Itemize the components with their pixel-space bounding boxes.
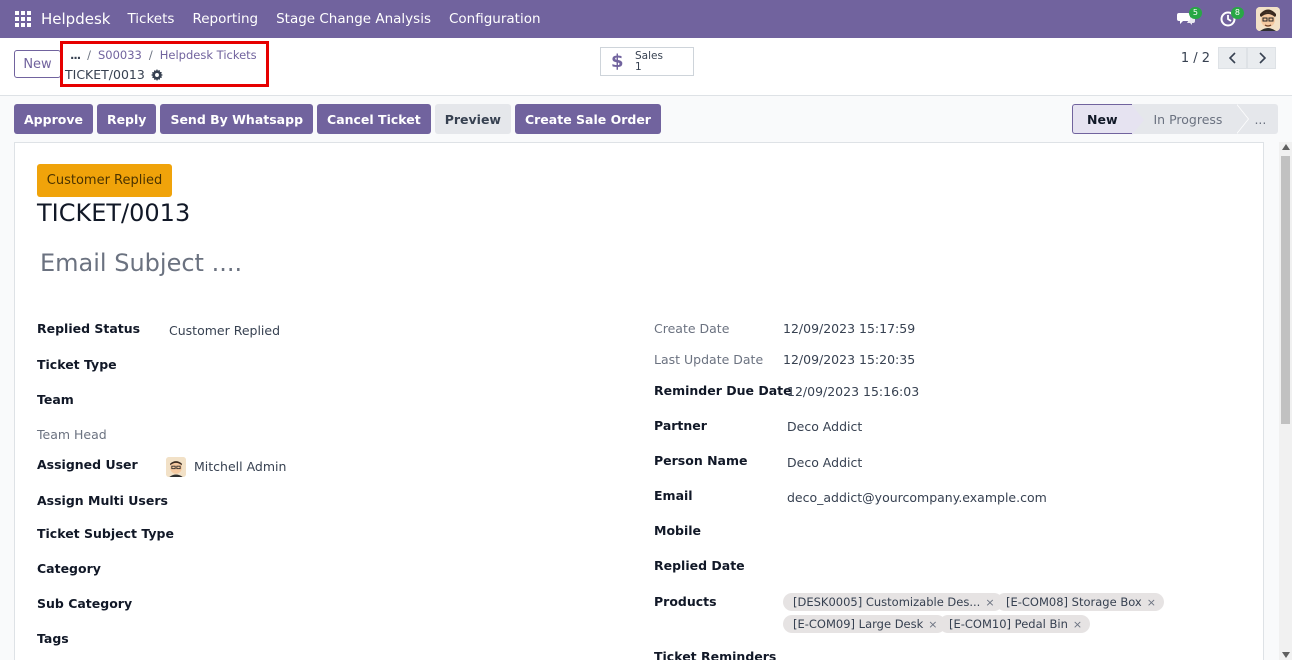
pager-previous-button[interactable] <box>1218 47 1247 69</box>
stage-in-progress-label: In Progress <box>1153 111 1223 127</box>
smart-button-label: Sales <box>635 49 663 62</box>
stage-statusbar: New In Progress ... <box>1072 104 1279 135</box>
activity-badge: 8 <box>1230 7 1244 19</box>
pager: 1 / 2 <box>1181 47 1276 69</box>
record-name: TICKET/0013 <box>65 67 145 82</box>
pager-value[interactable]: 1 / 2 <box>1181 51 1210 66</box>
breadcrumb-more[interactable]: ... <box>70 48 81 62</box>
scroll-thumb[interactable] <box>1281 156 1290 424</box>
menu-reporting[interactable]: Reporting <box>183 11 267 27</box>
assigned-user-label: Assigned User <box>37 457 138 472</box>
replied-status-label: Replied Status <box>37 321 141 336</box>
sales-smart-button[interactable]: $ Sales 1 <box>600 47 694 76</box>
product-tag-label: [E-COM08] Storage Box <box>1006 595 1142 609</box>
chevron-right-icon <box>1258 52 1266 64</box>
form-sheet: Customer Replied TICKET/0013 Email Subje… <box>14 142 1264 660</box>
breadcrumb-helpdesk-tickets[interactable]: Helpdesk Tickets <box>160 48 257 62</box>
control-panel: New ... / S00033 / Helpdesk Tickets TICK… <box>0 38 1292 96</box>
cancel-ticket-button[interactable]: Cancel Ticket <box>317 104 431 134</box>
stage-in-progress[interactable]: In Progress <box>1131 104 1250 134</box>
create-date-value: 12/09/2023 15:17:59 <box>783 321 916 336</box>
product-tag-label: [DESK0005] Customizable Des... <box>793 595 981 609</box>
email-value[interactable]: deco_addict@yourcompany.example.com <box>787 490 1047 505</box>
team-label: Team <box>37 392 74 407</box>
ticket-type-label: Ticket Type <box>37 357 117 372</box>
ticket-subject-type-label: Ticket Subject Type <box>37 526 174 541</box>
menu-stage-change-analysis[interactable]: Stage Change Analysis <box>267 11 440 27</box>
reply-button[interactable]: Reply <box>96 104 157 134</box>
stage-new-label: New <box>1087 111 1118 127</box>
chat-badge: 5 <box>1188 7 1202 19</box>
breadcrumb: ... / S00033 / Helpdesk Tickets <box>70 48 257 62</box>
mobile-label: Mobile <box>654 523 702 538</box>
top-navbar: Helpdesk Tickets Reporting Stage Change … <box>0 0 1292 38</box>
ticket-reminders-label: Ticket Reminders <box>654 649 777 660</box>
preview-button[interactable]: Preview <box>434 104 511 134</box>
product-tag[interactable]: [E-COM10] Pedal Bin × <box>939 615 1091 633</box>
tag-remove-icon[interactable]: × <box>928 618 937 631</box>
smart-button-count: 1 <box>635 60 642 73</box>
product-tag[interactable]: [E-COM09] Large Desk × <box>783 615 946 633</box>
tag-remove-icon[interactable]: × <box>985 596 994 609</box>
reminder-due-date-value[interactable]: 12/09/2023 15:16:03 <box>787 384 919 399</box>
tag-remove-icon[interactable]: × <box>1147 596 1156 609</box>
team-head-label: Team Head <box>37 427 107 442</box>
replied-status-value[interactable]: Customer Replied <box>169 323 280 338</box>
create-date-label: Create Date <box>654 321 730 336</box>
new-button[interactable]: New <box>14 50 61 78</box>
breadcrumb-separator: / <box>148 48 153 62</box>
activity-menu[interactable]: 8 <box>1214 7 1244 31</box>
ticket-title: TICKET/0013 <box>37 199 191 227</box>
breadcrumb-separator: / <box>87 48 91 62</box>
assigned-user-value[interactable]: Mitchell Admin <box>194 459 286 474</box>
category-label: Category <box>37 561 101 576</box>
gear-icon[interactable] <box>150 68 163 81</box>
last-update-date-value: 12/09/2023 15:20:35 <box>783 352 916 367</box>
breadcrumb-sale-order[interactable]: S00033 <box>98 48 142 62</box>
send-by-whatsapp-button[interactable]: Send By Whatsapp <box>160 104 314 134</box>
vertical-scrollbar[interactable] <box>1279 142 1292 660</box>
approve-button[interactable]: Approve <box>14 104 93 134</box>
form-action-buttons: Approve Reply Send By Whatsapp Cancel Ti… <box>14 104 661 134</box>
partner-label: Partner <box>654 418 707 433</box>
dollar-icon: $ <box>611 51 624 72</box>
messaging-menu[interactable]: 5 <box>1172 7 1202 31</box>
main-menu: Tickets Reporting Stage Change Analysis … <box>118 11 549 27</box>
breadcrumb-highlight: ... / S00033 / Helpdesk Tickets TICKET/0… <box>60 41 269 87</box>
smart-button-text: Sales 1 <box>635 49 663 73</box>
create-sale-order-button[interactable]: Create Sale Order <box>514 104 661 134</box>
assigned-user-avatar <box>166 457 186 477</box>
record-title: TICKET/0013 <box>65 67 163 82</box>
replied-date-label: Replied Date <box>654 558 745 573</box>
last-update-date-label: Last Update Date <box>654 352 764 367</box>
chevron-left-icon <box>1228 52 1236 64</box>
status-badge: Customer Replied <box>37 164 172 197</box>
assign-multi-users-label: Assign Multi Users <box>37 493 168 508</box>
stage-more-label: ... <box>1254 111 1267 127</box>
menu-tickets[interactable]: Tickets <box>118 11 183 27</box>
scroll-down-icon[interactable] <box>1282 652 1290 658</box>
scroll-up-icon[interactable] <box>1282 144 1290 150</box>
user-avatar[interactable] <box>1256 7 1280 31</box>
email-label: Email <box>654 488 693 503</box>
reminder-due-date-label: Reminder Due Date <box>654 383 792 398</box>
app-brand[interactable]: Helpdesk <box>41 10 110 28</box>
email-subject-input[interactable]: Email Subject .... <box>40 249 242 277</box>
person-name-value[interactable]: Deco Addict <box>787 455 862 470</box>
product-tag[interactable]: [DESK0005] Customizable Des... × <box>783 593 1003 611</box>
person-name-label: Person Name <box>654 453 748 468</box>
apps-grid-icon[interactable] <box>15 11 31 27</box>
menu-configuration[interactable]: Configuration <box>440 11 550 27</box>
partner-value[interactable]: Deco Addict <box>787 419 862 434</box>
systray: 5 8 <box>1172 0 1280 38</box>
product-tag-label: [E-COM09] Large Desk <box>793 617 924 631</box>
tag-remove-icon[interactable]: × <box>1073 618 1082 631</box>
stage-new[interactable]: New <box>1072 104 1144 135</box>
sub-category-label: Sub Category <box>37 596 133 611</box>
product-tag[interactable]: [E-COM08] Storage Box × <box>996 593 1164 611</box>
pager-next-button[interactable] <box>1247 47 1276 69</box>
tags-label: Tags <box>37 631 69 646</box>
product-tag-label: [E-COM10] Pedal Bin <box>949 617 1068 631</box>
products-label: Products <box>654 594 717 609</box>
